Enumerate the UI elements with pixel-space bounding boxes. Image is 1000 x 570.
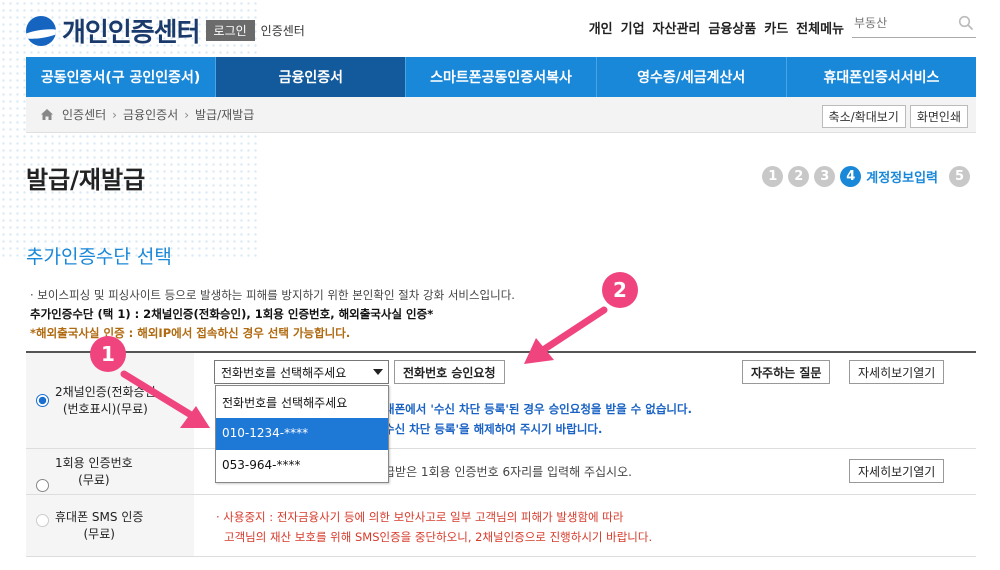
tab-smartphone-copy[interactable]: 스마트폰공동인증서복사: [406, 57, 597, 97]
section-title: 추가인증수단 선택: [26, 246, 172, 268]
option-label: 1회용 인증번호: [55, 455, 133, 470]
zoom-button[interactable]: 축소/확대보기: [821, 105, 906, 128]
tab-joint-cert[interactable]: 공동인증서(구 공인인증서): [26, 57, 217, 97]
auth-method-table: 2채널인증(전화승인 (번호표시)(무료) 전화번호를 선택해주세요 전화번호 …: [26, 351, 976, 557]
search-input[interactable]: [852, 12, 948, 34]
note-line: · 사용중지 : 전자금융사기 등에 의한 보안사고로 일부 고객님의 피해가 …: [216, 510, 624, 524]
dropdown-option-highlighted[interactable]: 010-1234-****: [216, 418, 388, 450]
desc-line: · 보이스피싱 및 피싱사이트 등으로 발생하는 피해를 방지하기 위한 본인확…: [30, 288, 515, 302]
home-icon[interactable]: [40, 108, 54, 121]
breadcrumb-item[interactable]: 금융인증서: [123, 106, 178, 123]
logo-icon: [26, 15, 56, 46]
breadcrumb: 인증센터 › 금융인증서 › 발급/재발급 축소/확대보기 화면인쇄: [26, 97, 976, 133]
option-note: · 사용중지 : 전자금융사기 등에 의한 보안사고로 일부 고객님의 피해가 …: [216, 507, 652, 547]
step-2: 2: [788, 166, 810, 187]
option-note: 대폰에서 '수신 차단 등록'된 경우 승인요청을 받을 수 없습니다. 수신 …: [384, 399, 692, 439]
option-sms-body: · 사용중지 : 전자금융사기 등에 의한 보안사고로 일부 고객님의 피해가 …: [194, 495, 976, 556]
option-label: 2채널인증(전화승인: [55, 384, 156, 399]
step-5: 5: [949, 166, 970, 187]
note-line: 수신 차단 등록'을 해제하여 주시기 바랍니다.: [384, 422, 603, 436]
logo[interactable]: 개인인증센터 로그인 인증센터: [26, 12, 305, 49]
gnb-personal[interactable]: 개인: [589, 18, 613, 37]
option-sms-header: 휴대폰 SMS 인증 (무료): [26, 495, 194, 556]
gnb-card[interactable]: 카드: [764, 18, 788, 37]
tab-financial-cert[interactable]: 금융인증서: [216, 57, 407, 97]
search-icon[interactable]: [958, 15, 974, 31]
section-description: · 보이스피싱 및 피싱사이트 등으로 발생하는 피해를 방지하기 위한 본인확…: [30, 286, 515, 343]
option-label: 휴대폰 SMS 인증: [55, 509, 144, 524]
note-line: 대폰에서 '수신 차단 등록'된 경우 승인요청을 받을 수 없습니다.: [384, 402, 692, 416]
detail-open-button[interactable]: 자세히보기열기: [849, 459, 945, 483]
site-header: 개인인증센터 로그인 인증센터 개인 기업 자산관리 금융상품 카드 전체메뉴: [26, 10, 976, 50]
logo-text: 개인인증센터: [62, 18, 201, 48]
desc-line: 추가인증수단 (택 1) : 2채널인증(전화승인), 1회용 인증번호, 해외…: [30, 307, 434, 321]
option-2channel-header: 2채널인증(전화승인 (번호표시)(무료): [26, 353, 194, 448]
step-4: 4: [840, 166, 862, 187]
print-button[interactable]: 화면인쇄: [909, 105, 968, 128]
step-1: 1: [762, 166, 784, 187]
option-label: (무료): [78, 472, 110, 487]
detail-open-button[interactable]: 자세히보기열기: [849, 360, 945, 384]
main-nav: 공동인증서(구 공인인증서) 금융인증서 스마트폰공동인증서복사 영수증/세금계…: [26, 57, 976, 97]
page-title: 발급/재발급: [26, 166, 146, 194]
radio-otp[interactable]: [36, 479, 49, 492]
option-note: 급받은 1회용 인증번호 6자리를 입력해 주십시오.: [384, 465, 632, 479]
note-line: 고객님의 재산 보호를 위해 SMS인증을 중단하오니, 2채널인증으로 진행하…: [224, 530, 653, 544]
tab-receipt-invoice[interactable]: 영수증/세금계산서: [597, 57, 787, 97]
cert-center-label: 인증센터: [260, 24, 305, 38]
chevron-right-icon: ›: [184, 107, 189, 122]
breadcrumb-current: 발급/재발급: [195, 108, 255, 122]
tab-mobile-cert[interactable]: 휴대폰인증서서비스: [787, 57, 976, 97]
phone-approval-request-button[interactable]: 전화번호 승인요청: [394, 360, 505, 384]
global-nav: 개인 기업 자산관리 금융상품 카드 전체메뉴: [589, 18, 844, 37]
desc-line: *해외출국사실 인증 : 해외IP에서 접속하신 경우 선택 가능합니다.: [30, 326, 351, 340]
gnb-business[interactable]: 기업: [621, 18, 645, 37]
radio-sms: [36, 514, 49, 527]
marker-2-label: 2: [613, 278, 627, 302]
phone-select[interactable]: 전화번호를 선택해주세요: [214, 360, 389, 384]
option-otp-header: 1회용 인증번호 (무료): [26, 449, 194, 494]
step-indicator: 1 2 3 4 계정정보입력 5: [762, 166, 970, 187]
table-row: 2채널인증(전화승인 (번호표시)(무료) 전화번호를 선택해주세요 전화번호 …: [26, 353, 976, 449]
page-tools: 축소/확대보기 화면인쇄: [821, 105, 968, 128]
dropdown-option[interactable]: 전화번호를 선택해주세요: [216, 386, 388, 418]
faq-button[interactable]: 자주하는 질문: [742, 360, 831, 384]
breadcrumb-item[interactable]: 인증센터: [62, 106, 106, 123]
option-label: (번호표시)(무료): [62, 401, 148, 416]
step-3: 3: [814, 166, 836, 187]
chevron-down-icon: [373, 369, 383, 375]
search-box: [852, 12, 976, 38]
gnb-products[interactable]: 금융상품: [708, 18, 756, 37]
gnb-all-menu[interactable]: 전체메뉴: [796, 18, 844, 37]
gnb-asset[interactable]: 자산관리: [653, 18, 701, 37]
table-row: 휴대폰 SMS 인증 (무료) · 사용중지 : 전자금융사기 등에 의한 보안…: [26, 495, 976, 557]
step-active-label: 계정정보입력: [866, 171, 938, 186]
phone-select-dropdown: 전화번호를 선택해주세요 010-1234-**** 053-964-****: [215, 385, 389, 483]
dropdown-option[interactable]: 053-964-****: [216, 450, 388, 482]
phone-select-value: 전화번호를 선택해주세요: [221, 366, 347, 380]
chevron-right-icon: ›: [112, 107, 117, 122]
radio-2channel[interactable]: [36, 394, 49, 407]
table-row: 1회용 인증번호 (무료) 급받은 1회용 인증번호 6자리를 입력해 주십시오…: [26, 449, 976, 495]
login-button[interactable]: 로그인: [205, 20, 255, 41]
option-label: (무료): [83, 526, 115, 541]
